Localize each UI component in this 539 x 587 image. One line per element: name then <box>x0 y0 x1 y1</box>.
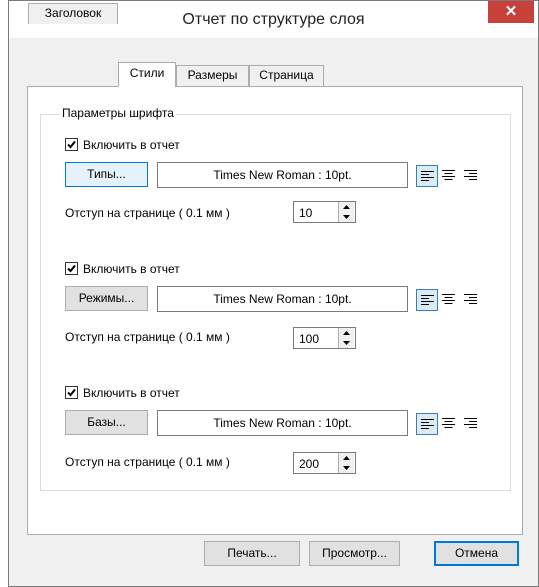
preview-button[interactable]: Просмотр... <box>309 541 400 566</box>
cancel-button[interactable]: Отмена <box>434 541 519 566</box>
offset-value[interactable]: 200 <box>299 457 319 471</box>
align-right-button[interactable] <box>460 413 482 435</box>
align-center-button[interactable] <box>438 289 460 311</box>
tab-sizes[interactable]: Размеры <box>176 65 249 86</box>
tab-header[interactable]: Заголовок <box>28 3 118 24</box>
align-right-icon <box>464 170 477 180</box>
close-button[interactable]: ✕ <box>488 1 534 23</box>
align-left-icon <box>421 295 434 305</box>
font-display: Times New Roman : 10pt. <box>157 410 408 436</box>
alignment-group <box>416 289 482 311</box>
tab-page[interactable]: Страница <box>249 65 324 86</box>
align-center-icon <box>442 418 455 428</box>
align-right-button[interactable] <box>460 289 482 311</box>
arrow-up-icon <box>343 205 350 209</box>
offset-spinner[interactable]: 200 <box>293 452 356 474</box>
align-center-icon <box>442 294 455 304</box>
checkmark-icon <box>67 140 76 149</box>
spinner-buttons <box>338 328 355 348</box>
arrow-down-icon <box>343 466 350 470</box>
include-label: Включить в отчет <box>83 137 180 152</box>
align-left-button[interactable] <box>416 289 438 311</box>
include-checkbox-row[interactable]: Включить в отчет <box>65 385 180 400</box>
group-legend: Параметры шрифта <box>60 106 176 120</box>
align-center-icon <box>442 170 455 180</box>
checkmark-icon <box>67 264 76 273</box>
types-font-button[interactable]: Типы... <box>65 162 148 187</box>
offset-label: Отступ на странице ( 0.1 мм ) <box>65 206 230 220</box>
align-right-icon <box>464 294 477 304</box>
font-display: Times New Roman : 10pt. <box>157 286 408 312</box>
offset-label: Отступ на странице ( 0.1 мм ) <box>65 455 230 469</box>
spin-down-button[interactable] <box>339 463 354 473</box>
spin-down-button[interactable] <box>339 212 354 222</box>
include-checkbox[interactable] <box>65 262 78 275</box>
checkmark-icon <box>67 388 76 397</box>
print-button[interactable]: Печать... <box>204 541 300 566</box>
include-checkbox-row[interactable]: Включить в отчет <box>65 137 180 152</box>
offset-value[interactable]: 10 <box>299 206 312 220</box>
include-checkbox-row[interactable]: Включить в отчет <box>65 261 180 276</box>
alignment-group <box>416 165 482 187</box>
spin-down-button[interactable] <box>339 338 354 348</box>
alignment-group <box>416 413 482 435</box>
include-label: Включить в отчет <box>83 385 180 400</box>
arrow-down-icon <box>343 341 350 345</box>
arrow-down-icon <box>343 215 350 219</box>
offset-value[interactable]: 100 <box>299 332 319 346</box>
offset-spinner[interactable]: 10 <box>293 201 356 223</box>
modes-font-button[interactable]: Режимы... <box>65 286 148 311</box>
offset-spinner[interactable]: 100 <box>293 327 356 349</box>
spinner-buttons <box>338 453 355 473</box>
align-left-button[interactable] <box>416 165 438 187</box>
align-center-button[interactable] <box>438 413 460 435</box>
tab-styles[interactable]: Стили <box>118 62 176 87</box>
align-right-icon <box>464 418 477 428</box>
align-left-icon <box>421 419 434 429</box>
include-checkbox[interactable] <box>65 138 78 151</box>
arrow-up-icon <box>343 331 350 335</box>
font-display: Times New Roman : 10pt. <box>157 162 408 188</box>
align-center-button[interactable] <box>438 165 460 187</box>
align-right-button[interactable] <box>460 165 482 187</box>
align-left-button[interactable] <box>416 413 438 435</box>
arrow-up-icon <box>343 456 350 460</box>
offset-label: Отступ на странице ( 0.1 мм ) <box>65 330 230 344</box>
include-checkbox[interactable] <box>65 386 78 399</box>
align-left-icon <box>421 171 434 181</box>
include-label: Включить в отчет <box>83 261 180 276</box>
bases-font-button[interactable]: Базы... <box>65 410 148 435</box>
spinner-buttons <box>338 202 355 222</box>
